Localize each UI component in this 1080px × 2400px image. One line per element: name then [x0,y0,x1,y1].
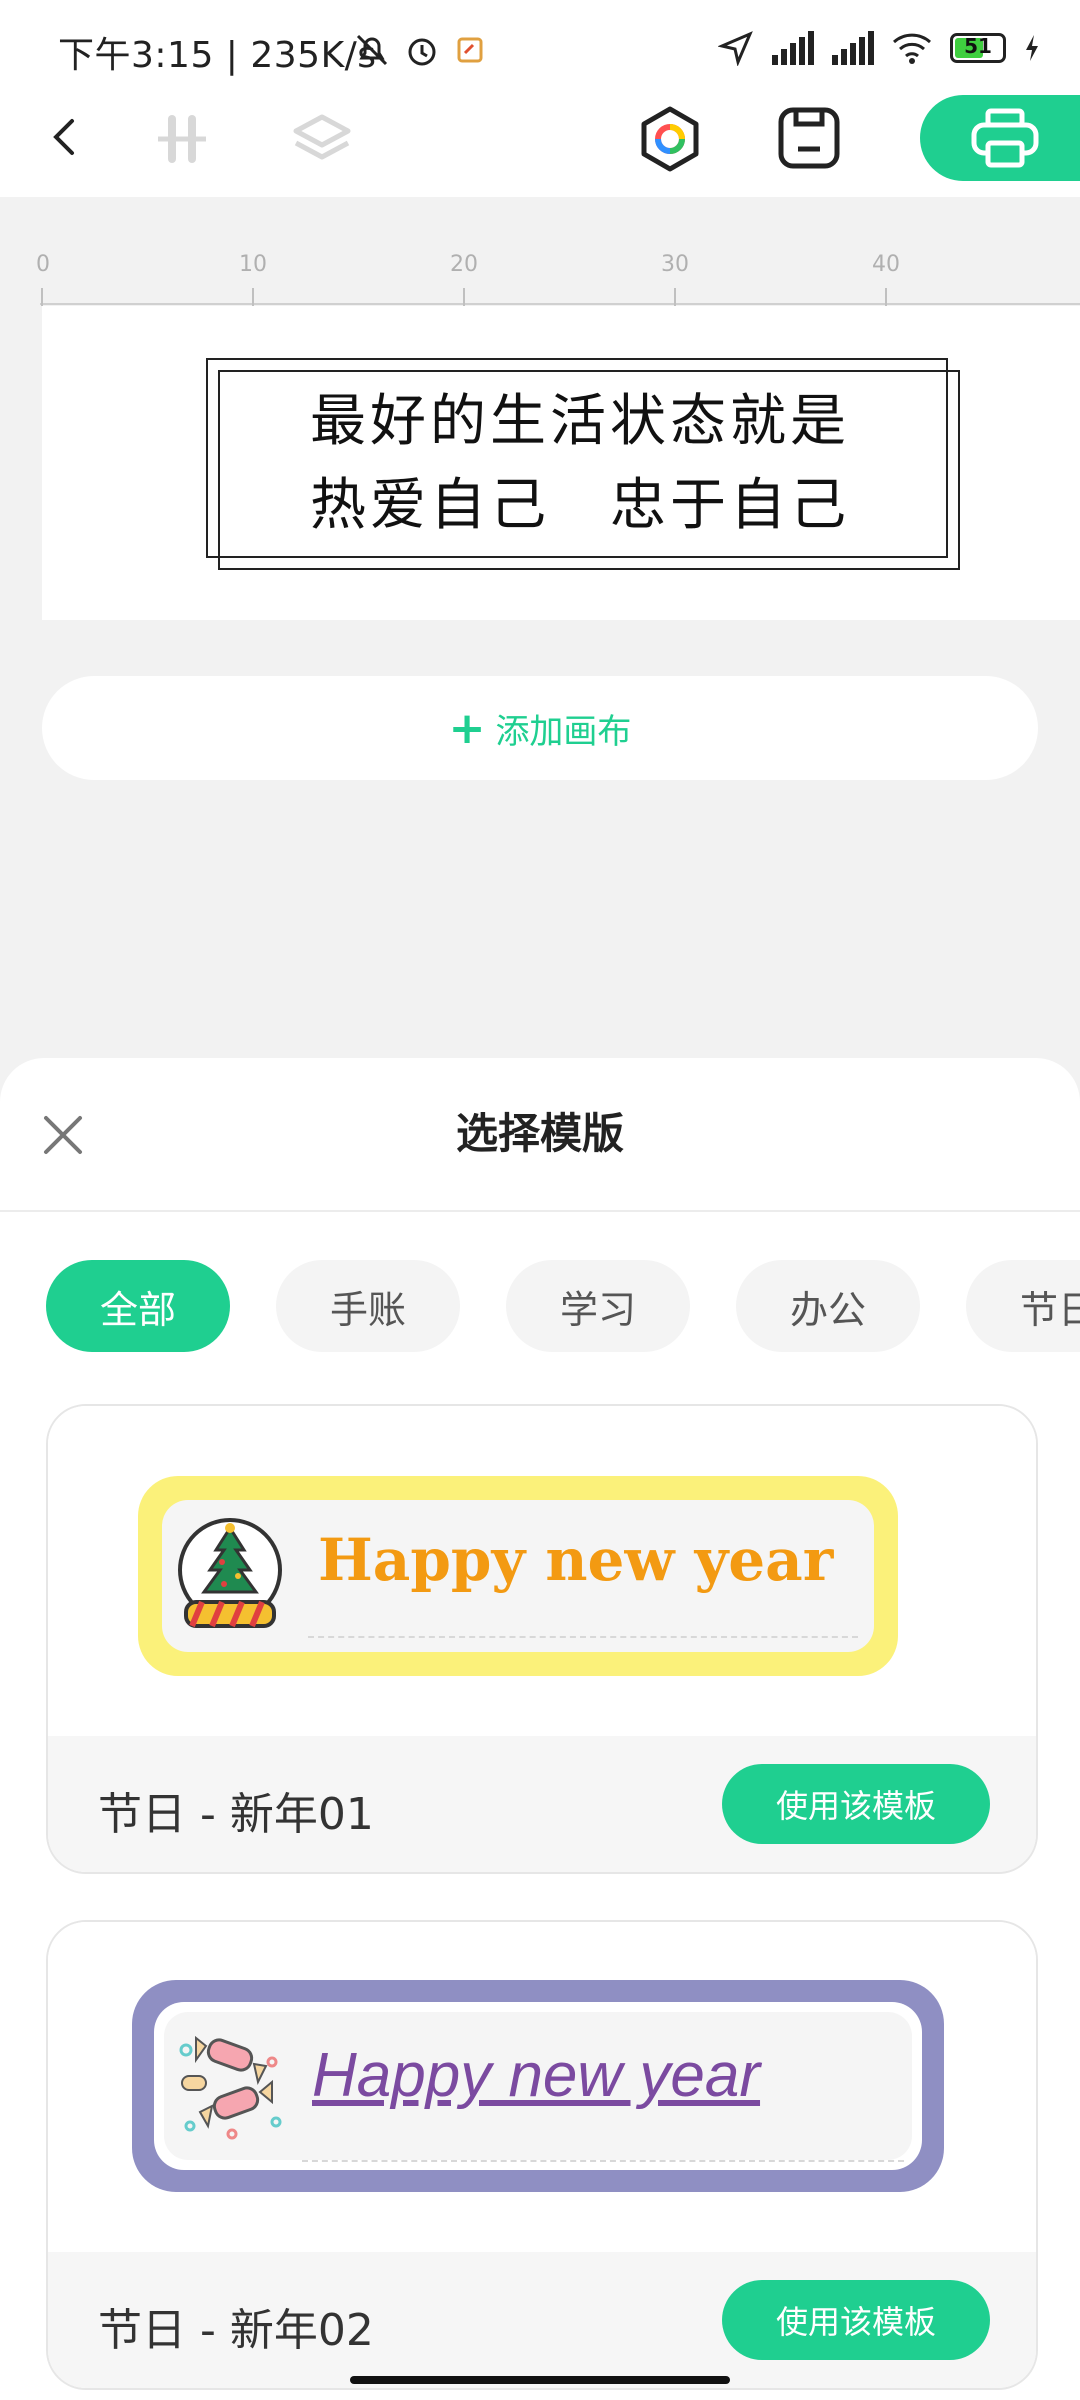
ruler-tick: 10 [239,252,267,277]
template-card[interactable]: Happy new year 节日 - 新年01 使用该模板 [46,1404,1038,1874]
divider [0,1210,1080,1212]
signal-2-icon [832,31,874,65]
color-ring-icon[interactable] [636,105,704,177]
print-icon [971,108,1039,168]
chip-office[interactable]: 办公 [736,1260,920,1352]
chip-all[interactable]: 全部 [46,1260,230,1352]
ruler-tick: 20 [450,252,478,277]
template-preview-text: Happy new year [318,1526,834,1594]
canvas-text[interactable]: 最好的生活状态就是 热爱自己 忠于自己 [220,380,940,548]
use-template-button[interactable]: 使用该模板 [722,2280,990,2360]
back-icon[interactable] [44,115,88,163]
status-time: 下午3:15 | 235K/s [58,35,377,76]
chip-study[interactable]: 学习 [506,1260,690,1352]
chip-holiday[interactable]: 节日 [966,1260,1080,1352]
status-bar: 下午3:15 | 235K/s 51 [0,0,1080,95]
layers-icon[interactable] [290,109,354,177]
template-name: 节日 - 新年01 [98,1789,374,1840]
ruler-tick: 0 [36,252,50,277]
battery-icon: 51 [950,33,1006,63]
mute-bell-icon [352,30,392,74]
location-icon [718,31,753,66]
template-preview[interactable]: Happy new year [48,1922,1036,2252]
plus-icon: + [448,702,486,754]
label-preview-purple: Happy new year [132,1980,944,2192]
print-button[interactable] [920,95,1080,181]
sheet-title: 选择模版 [455,1109,624,1158]
ruler-tick: 40 [872,252,900,277]
save-icon[interactable] [776,105,842,175]
alarm-icon [402,30,442,74]
template-preview-text: Happy new year [312,2041,761,2110]
template-card[interactable]: Happy new year 节日 - 新年02 使用该模板 [46,1920,1038,2390]
template-preview[interactable]: Happy new year [48,1406,1036,1736]
ruler: 0 10 20 30 40 [36,250,1080,306]
ruler-tick: 30 [661,252,689,277]
template-footer: 节日 - 新年01 使用该模板 [48,1736,1036,1872]
wifi-icon [893,33,931,64]
canvas-text-line-1: 最好的生活状态就是 [310,389,850,454]
chip-journal[interactable]: 手账 [276,1260,460,1352]
charging-icon [1026,35,1038,61]
christmas-globe-icon [178,1518,282,1628]
status-right: 51 [718,24,1040,72]
template-footer: 节日 - 新年02 使用该模板 [48,2252,1036,2388]
candy-icon [179,2035,282,2140]
top-toolbar [0,95,1080,197]
add-canvas-button[interactable]: + 添加画布 [42,676,1038,780]
label-preview-yellow: Happy new year [138,1476,898,1676]
canvas-text-line-2: 热爱自己 忠于自己 [310,473,850,538]
signal-icon [772,31,814,65]
home-indicator[interactable] [350,2376,730,2384]
note-icon [456,36,484,68]
battery-level: 51 [964,34,992,58]
template-name: 节日 - 新年02 [98,2305,374,2356]
add-canvas-label: 添加画布 [495,711,632,752]
use-template-button[interactable]: 使用该模板 [722,1764,990,1844]
align-icon[interactable] [154,111,210,171]
